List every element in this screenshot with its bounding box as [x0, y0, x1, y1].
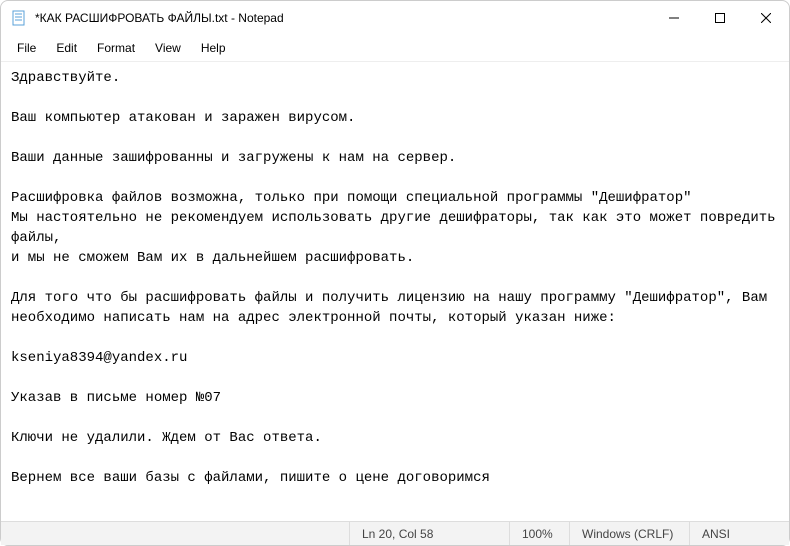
close-button[interactable] [743, 1, 789, 35]
menu-file[interactable]: File [7, 37, 46, 59]
status-position: Ln 20, Col 58 [349, 522, 509, 545]
menu-format[interactable]: Format [87, 37, 145, 59]
menu-help[interactable]: Help [191, 37, 236, 59]
minimize-button[interactable] [651, 1, 697, 35]
window-controls [651, 1, 789, 35]
title-bar: *КАК РАСШИФРОВАТЬ ФАЙЛЫ.txt - Notepad [1, 1, 789, 35]
text-area[interactable]: Здравствуйте. Ваш компьютер атакован и з… [1, 62, 789, 521]
status-line-ending: Windows (CRLF) [569, 522, 689, 545]
status-encoding: ANSI [689, 522, 789, 545]
menu-edit[interactable]: Edit [46, 37, 87, 59]
maximize-button[interactable] [697, 1, 743, 35]
menu-bar: File Edit Format View Help [1, 35, 789, 62]
notepad-icon [11, 10, 27, 26]
status-bar: Ln 20, Col 58 100% Windows (CRLF) ANSI [1, 521, 789, 545]
status-zoom: 100% [509, 522, 569, 545]
status-spacer [1, 522, 349, 545]
menu-view[interactable]: View [145, 37, 191, 59]
window-title: *КАК РАСШИФРОВАТЬ ФАЙЛЫ.txt - Notepad [35, 11, 651, 25]
